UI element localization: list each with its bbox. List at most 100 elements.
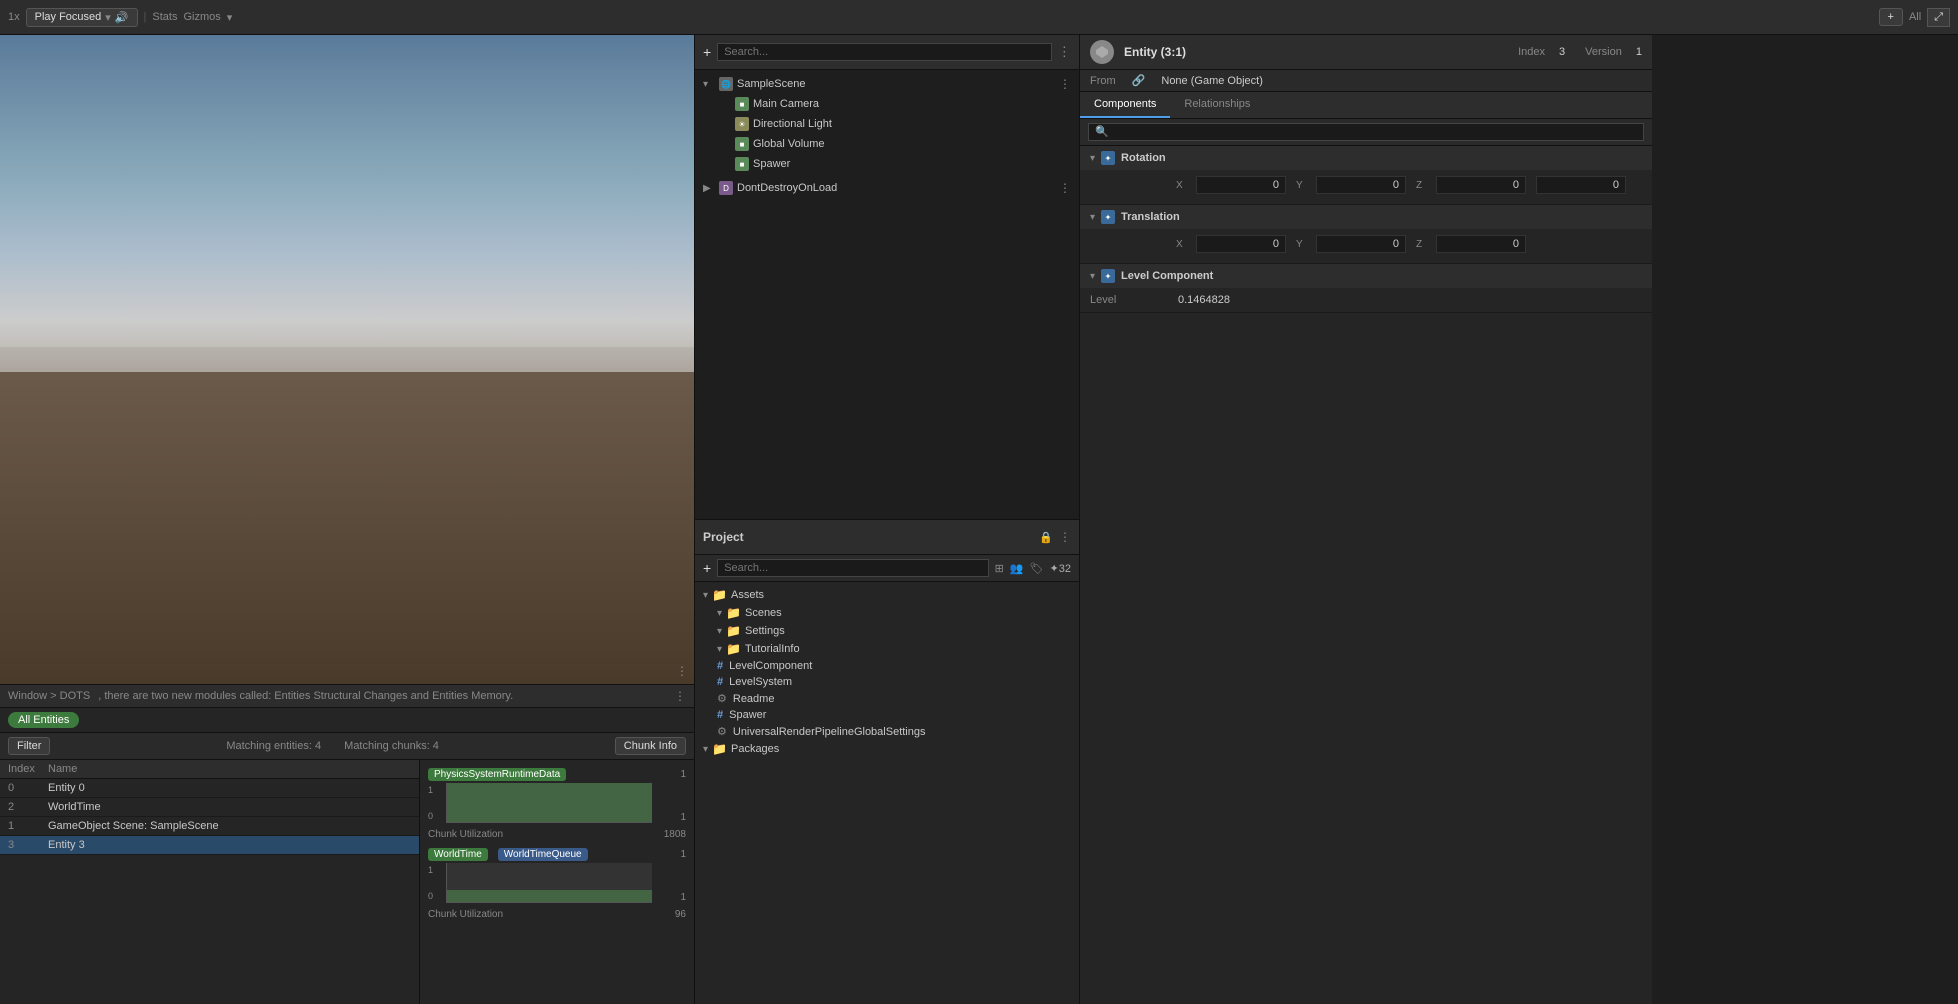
inspector-search-input[interactable] bbox=[1088, 123, 1644, 141]
project-urp-file[interactable]: ⚙ UniversalRenderPipelineGlobalSettings bbox=[695, 723, 1079, 740]
tree-item-spawer[interactable]: ■ Spawer bbox=[711, 154, 1079, 174]
project-settings-folder[interactable]: ▾ 📁 Settings bbox=[695, 622, 1079, 640]
rotation-y-input[interactable] bbox=[1316, 176, 1406, 194]
chunk-util-val2: 96 bbox=[675, 909, 686, 920]
scene-options-icon[interactable]: ⋮ bbox=[1059, 77, 1071, 91]
scenes-arrow-icon: ▾ bbox=[717, 608, 722, 619]
gizmos-arrow-icon: ▾ bbox=[227, 11, 233, 24]
level-component-header[interactable]: ▾ ✦ Level Component bbox=[1080, 264, 1652, 288]
project-readme-file[interactable]: ⚙ Readme bbox=[695, 690, 1079, 707]
hierarchy-header: + ⋮ bbox=[695, 35, 1079, 70]
chunk-util-val1: 1808 bbox=[664, 829, 686, 840]
left-panel: ⋮ Window > DOTS , there are two new modu… bbox=[0, 35, 695, 1004]
level-component-icon: ✦ bbox=[1101, 269, 1115, 283]
table-row[interactable]: 3 Entity 3 bbox=[0, 836, 419, 855]
project-levelsystem-file[interactable]: # LevelSystem bbox=[695, 674, 1079, 690]
translation-component: ▾ ✦ Translation X Y Z bbox=[1080, 205, 1652, 264]
project-search-input[interactable] bbox=[717, 559, 988, 577]
middle-panel: + ⋮ ▾ 🌐 SampleScene ⋮ ■ Main Camera bbox=[695, 35, 1080, 1004]
rotation-header[interactable]: ▾ ✦ Rotation bbox=[1080, 146, 1652, 170]
stats-label[interactable]: Stats bbox=[152, 11, 177, 23]
rotation-component: ▾ ✦ Rotation X Y Z bbox=[1080, 146, 1652, 205]
project-view-icon[interactable]: ⊞ bbox=[995, 562, 1004, 575]
entity-list: Index Name 0 Entity 0 2 WorldTime 1 Game… bbox=[0, 760, 420, 1004]
entity-list-header: Index Name bbox=[0, 760, 419, 779]
maximize-button[interactable]: ⤢ bbox=[1927, 8, 1950, 27]
dontdestroy-arrow-icon: ▶ bbox=[703, 183, 715, 194]
assets-label: Assets bbox=[731, 589, 764, 601]
rotation-w-input[interactable] bbox=[1536, 176, 1626, 194]
viewport-options-icon[interactable]: ⋮ bbox=[676, 664, 688, 678]
chunk-fill-2 bbox=[447, 890, 652, 902]
project-scenes-folder[interactable]: ▾ 📁 Scenes bbox=[695, 604, 1079, 622]
tree-item-dirlight[interactable]: ☀ Directional Light bbox=[711, 114, 1079, 134]
y-axis-2: 1 0 bbox=[428, 863, 442, 903]
table-row[interactable]: 2 WorldTime bbox=[0, 798, 419, 817]
gear-icon-urp: ⚙ bbox=[717, 725, 727, 738]
hierarchy-menu-button[interactable]: ⋮ bbox=[1058, 44, 1071, 60]
y-bot-2: 0 bbox=[428, 891, 442, 901]
project-packages-root[interactable]: ▾ 📁 Packages bbox=[695, 740, 1079, 758]
project-title: Project bbox=[703, 530, 744, 544]
tree-arrow-icon: ▾ bbox=[703, 79, 715, 90]
project-options-icon[interactable]: ⋮ bbox=[1059, 530, 1071, 544]
project-people-icon[interactable]: 👥 bbox=[1010, 562, 1024, 575]
project-panel: Project 🔒 ⋮ + ⊞ 👥 🏷 ✦32 ▾ 📁 Assets bbox=[695, 519, 1079, 1004]
all-entities-tab[interactable]: All Entities bbox=[8, 712, 79, 728]
tab-relationships[interactable]: Relationships bbox=[1170, 92, 1264, 118]
chunk-right-val2: 1 bbox=[656, 812, 686, 823]
hierarchy-add-button[interactable]: + bbox=[703, 44, 711, 60]
tree-item-globalvolume[interactable]: ■ Global Volume bbox=[711, 134, 1079, 154]
play-focused-button[interactable]: Play Focused ▾ 🔊 bbox=[26, 8, 138, 27]
project-label-icon[interactable]: 🏷 bbox=[1030, 562, 1044, 575]
project-spawer-file[interactable]: # Spawer bbox=[695, 707, 1079, 723]
dontdestroy-options-icon[interactable]: ⋮ bbox=[1059, 181, 1071, 195]
hash-icon-levelsystem: # bbox=[717, 676, 723, 688]
cube-icon: ■ bbox=[735, 97, 749, 111]
row-1-index: 1 bbox=[8, 820, 48, 832]
packages-arrow-icon: ▾ bbox=[703, 744, 708, 755]
assets-folder-icon: 📁 bbox=[712, 588, 727, 602]
tree-spawer-label: Spawer bbox=[753, 158, 790, 170]
hierarchy-search-input[interactable] bbox=[717, 43, 1051, 61]
col-name-header: Name bbox=[48, 763, 411, 775]
tab-components[interactable]: Components bbox=[1080, 92, 1170, 118]
entity-panel: Window > DOTS , there are two new module… bbox=[0, 684, 694, 1004]
translation-y-input[interactable] bbox=[1316, 235, 1406, 253]
project-levelcomponent-file[interactable]: # LevelComponent bbox=[695, 658, 1079, 674]
table-row[interactable]: 0 Entity 0 bbox=[0, 779, 419, 798]
game-view: ⋮ bbox=[0, 35, 694, 684]
dropdown-arrow-icon: ▾ bbox=[105, 11, 111, 24]
rotation-z-input[interactable] bbox=[1436, 176, 1526, 194]
level-component: ▾ ✦ Level Component Level 0.1464828 bbox=[1080, 264, 1652, 313]
add-button[interactable]: + bbox=[1879, 8, 1903, 26]
filter-button[interactable]: Filter bbox=[8, 737, 50, 755]
chunk-row-1: PhysicsSystemRuntimeData 1 bbox=[428, 768, 686, 781]
tree-dirlight-label: Directional Light bbox=[753, 118, 832, 130]
table-row[interactable]: 1 GameObject Scene: SampleScene bbox=[0, 817, 419, 836]
rotation-x-input[interactable] bbox=[1196, 176, 1286, 194]
chunk-bar-row1: 1 0 1 bbox=[428, 783, 686, 823]
game-viewport bbox=[0, 35, 694, 684]
tree-item-dontdestroy[interactable]: ▶ D DontDestroyOnLoad ⋮ bbox=[695, 178, 1079, 198]
translation-z-input[interactable] bbox=[1436, 235, 1526, 253]
translation-x-input[interactable] bbox=[1196, 235, 1286, 253]
project-tutorialinfo-folder[interactable]: ▾ 📁 TutorialInfo bbox=[695, 640, 1079, 658]
rotation-component-icon: ✦ bbox=[1101, 151, 1115, 165]
chunk-util-row2: Chunk Utilization 96 bbox=[428, 909, 686, 920]
matching-entities: Matching entities: 4 Matching chunks: 4 bbox=[56, 740, 608, 752]
chunk-util-row1: Chunk Utilization 1808 bbox=[428, 829, 686, 840]
chunk-right-val3: 1 bbox=[598, 849, 686, 860]
project-lock-icon[interactable]: 🔒 bbox=[1039, 531, 1053, 544]
project-add-button[interactable]: + bbox=[703, 560, 711, 576]
gizmos-label[interactable]: Gizmos bbox=[183, 11, 220, 23]
panel-options-icon[interactable]: ⋮ bbox=[674, 689, 686, 703]
row-2-name: WorldTime bbox=[48, 801, 411, 813]
project-assets-root[interactable]: ▾ 📁 Assets bbox=[695, 586, 1079, 604]
tree-item-samplescene[interactable]: ▾ 🌐 SampleScene ⋮ bbox=[695, 74, 1079, 94]
chunk-info-button[interactable]: Chunk Info bbox=[615, 737, 686, 755]
translation-header[interactable]: ▾ ✦ Translation bbox=[1080, 205, 1652, 229]
tree-item-maincamera[interactable]: ■ Main Camera bbox=[711, 94, 1079, 114]
light-icon: ☀ bbox=[735, 117, 749, 131]
spawer-icon: ■ bbox=[735, 157, 749, 171]
